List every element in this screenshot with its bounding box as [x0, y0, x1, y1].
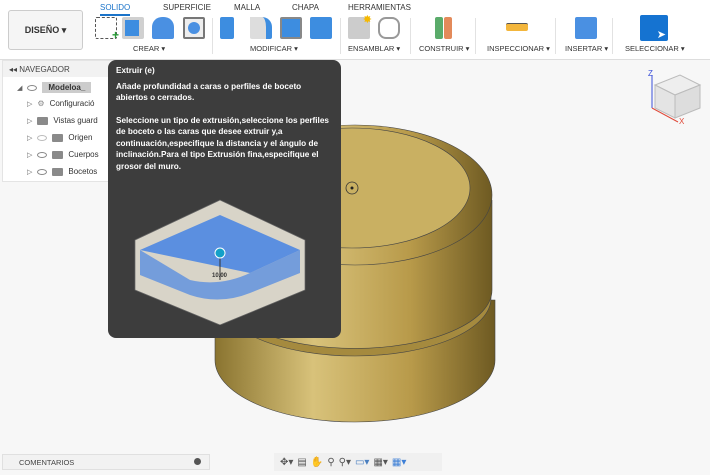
- viewports-icon[interactable]: ▦▾: [392, 457, 406, 468]
- tooltip-description: Seleccione un tipo de extrusión,seleccio…: [116, 115, 329, 171]
- grid-icon[interactable]: ▦▾: [373, 457, 387, 468]
- folder-icon: [52, 133, 64, 142]
- svg-text:10.00: 10.00: [212, 273, 228, 279]
- nav-item-root[interactable]: ◢ Modeloa_: [17, 82, 92, 93]
- nav-item-cuerpos[interactable]: ▷ Cuerpos: [27, 150, 99, 159]
- nav-item-vistas[interactable]: ▷ Vistas guard: [27, 116, 98, 125]
- pan-icon[interactable]: ✋: [311, 457, 323, 468]
- nav-item-origen[interactable]: ▷ Origen: [27, 133, 92, 142]
- extrude-tooltip: Extruir (e) Añade profundidad a caras o …: [108, 60, 341, 338]
- orbit-icon[interactable]: ✥▾: [280, 457, 293, 468]
- look-at-icon[interactable]: ▤: [297, 457, 306, 468]
- svg-text:X: X: [679, 117, 685, 126]
- nav-item-bocetos[interactable]: ▷ Bocetos: [27, 167, 97, 176]
- zoom-icon[interactable]: ⚲: [327, 457, 334, 468]
- folder-icon: [37, 116, 49, 125]
- nav-item-configuracion[interactable]: ▷ ⚙ Configuració: [27, 99, 94, 108]
- tooltip-illustration: 10.00: [134, 199, 306, 325]
- tooltip-summary: Añade profundidad a caras o perfiles de …: [116, 81, 302, 103]
- comments-panel[interactable]: COMENTARIOS: [2, 454, 210, 470]
- navigation-bar: ✥▾ ▤ ✋ ⚲ ⚲▾ ▭▾ ▦▾ ▦▾: [274, 453, 442, 471]
- viewcube[interactable]: Z X: [648, 69, 702, 126]
- gear-icon: ⚙: [37, 99, 45, 108]
- fit-icon[interactable]: ⚲▾: [339, 457, 351, 468]
- add-comment-icon: [194, 458, 201, 465]
- svg-text:Z: Z: [648, 69, 653, 78]
- display-settings-icon[interactable]: ▭▾: [355, 457, 369, 468]
- folder-icon: [52, 167, 64, 176]
- folder-icon: [52, 150, 64, 159]
- tooltip-title: Extruir (e): [116, 66, 155, 75]
